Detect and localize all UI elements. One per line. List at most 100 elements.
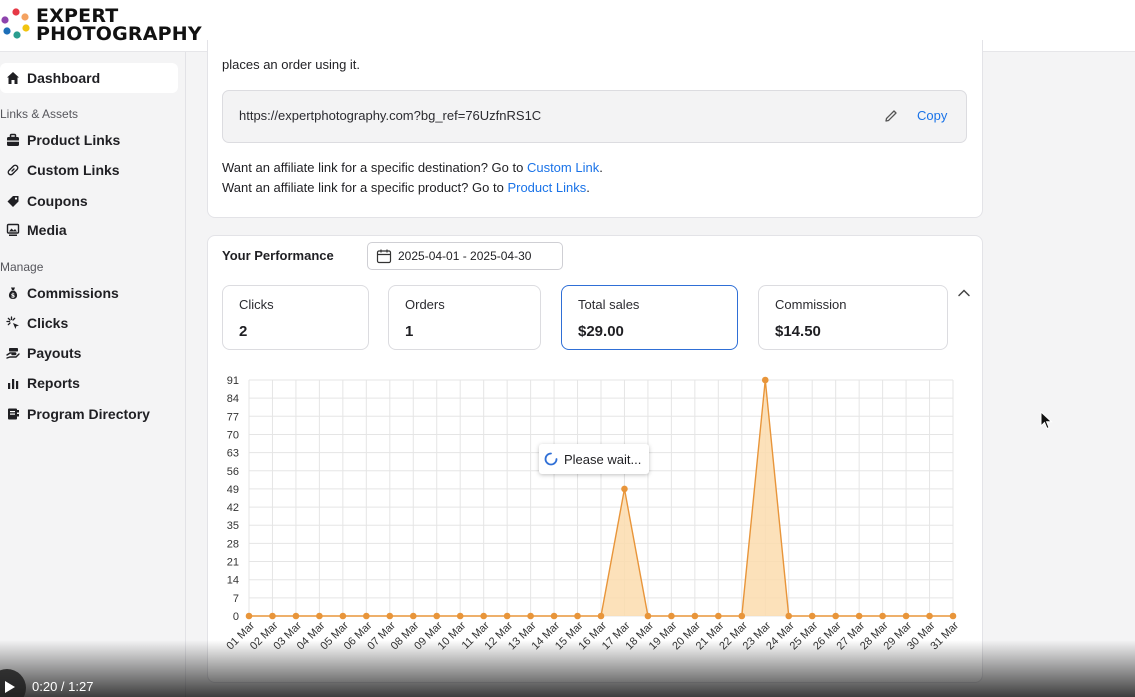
data-point bbox=[245, 612, 253, 620]
data-point bbox=[269, 612, 276, 620]
sidebar-item-label: Payouts bbox=[27, 345, 82, 361]
loading-indicator: Please wait... bbox=[539, 444, 649, 474]
section-label-manage: Manage bbox=[0, 260, 44, 274]
y-tick-label: 28 bbox=[227, 538, 239, 550]
home-icon bbox=[5, 70, 21, 86]
sidebar-item-label: Dashboard bbox=[27, 70, 101, 86]
player-controls-overlay bbox=[0, 640, 1135, 697]
help-text-end: . bbox=[599, 160, 603, 175]
sidebar-item-payouts[interactable]: Payouts bbox=[0, 338, 178, 368]
y-tick-label: 0 bbox=[233, 611, 239, 623]
help-text: Want an affiliate link for a specific de… bbox=[222, 160, 527, 175]
y-tick-label: 7 bbox=[233, 593, 239, 605]
sidebar-item-coupons[interactable]: Coupons bbox=[0, 186, 178, 216]
link-icon bbox=[5, 162, 21, 178]
help-line-custom-link: Want an affiliate link for a specific de… bbox=[222, 160, 603, 175]
y-tick-label: 42 bbox=[227, 502, 239, 514]
money-bag-icon: $ bbox=[5, 285, 21, 301]
sidebar-item-media[interactable]: Media bbox=[0, 215, 178, 245]
copy-button[interactable]: Copy bbox=[917, 108, 947, 123]
data-point bbox=[433, 612, 441, 620]
stat-value: 2 bbox=[239, 323, 248, 340]
data-point bbox=[808, 612, 816, 620]
y-tick-label: 56 bbox=[227, 466, 239, 478]
calendar-icon bbox=[376, 249, 392, 264]
spinner-icon bbox=[544, 452, 558, 466]
pencil-edit-icon[interactable] bbox=[883, 108, 899, 129]
date-range-picker[interactable]: 2025-04-01 - 2025-04-30 bbox=[367, 242, 563, 270]
sidebar-item-label: Commissions bbox=[27, 285, 119, 301]
chevron-up-icon[interactable] bbox=[957, 286, 971, 304]
data-point bbox=[386, 612, 394, 620]
data-point bbox=[832, 612, 839, 620]
bar-chart-icon bbox=[5, 375, 21, 391]
stat-value: 1 bbox=[405, 323, 414, 340]
y-tick-label: 84 bbox=[227, 393, 239, 405]
help-text-end: . bbox=[586, 180, 590, 195]
logo-line-2: PHOTOGRAPHY bbox=[36, 23, 202, 45]
stat-value: $14.50 bbox=[775, 323, 821, 340]
data-point bbox=[456, 612, 464, 620]
data-point bbox=[597, 612, 605, 620]
sidebar-item-label: Program Directory bbox=[27, 406, 150, 422]
mouse-cursor-icon bbox=[1040, 411, 1053, 430]
data-point bbox=[902, 612, 910, 620]
section-label-links-assets: Links & Assets bbox=[0, 107, 79, 121]
sidebar-item-program-directory[interactable]: Program Directory bbox=[0, 399, 178, 429]
stat-label: Commission bbox=[775, 297, 847, 312]
sidebar-item-commissions[interactable]: $ Commissions bbox=[0, 278, 178, 308]
logo-flower-icon bbox=[1, 8, 30, 39]
date-range-label: 2025-04-01 - 2025-04-30 bbox=[398, 249, 532, 263]
directory-icon bbox=[5, 406, 21, 422]
data-point bbox=[691, 612, 699, 620]
logo[interactable]: EXPERT PHOTOGRAPHY bbox=[0, 5, 202, 45]
sidebar-item-label: Media bbox=[27, 222, 67, 238]
video-timecode: 0:20 / 1:27 bbox=[32, 679, 94, 694]
data-point bbox=[574, 612, 581, 620]
sidebar-item-reports[interactable]: Reports bbox=[0, 368, 178, 398]
sidebar-item-product-links[interactable]: Product Links bbox=[0, 125, 178, 155]
sidebar-item-custom-links[interactable]: Custom Links bbox=[0, 155, 178, 185]
data-point bbox=[292, 612, 300, 620]
stat-card-total-sales[interactable]: Total sales $29.00 bbox=[561, 285, 738, 350]
briefcase-icon bbox=[5, 132, 21, 148]
stat-value: $29.00 bbox=[578, 323, 624, 340]
affiliate-link-field[interactable]: https://expertphotography.com?bg_ref=76U… bbox=[222, 90, 967, 143]
y-tick-label: 49 bbox=[227, 484, 239, 496]
data-point bbox=[715, 612, 722, 620]
data-point bbox=[644, 612, 652, 620]
data-point bbox=[879, 612, 886, 620]
data-point bbox=[363, 612, 370, 620]
sidebar-item-label: Coupons bbox=[27, 193, 88, 209]
stat-label: Orders bbox=[405, 297, 445, 312]
sidebar-item-label: Custom Links bbox=[27, 162, 120, 178]
custom-link-link[interactable]: Custom Link bbox=[527, 160, 599, 175]
stat-card-commission[interactable]: Commission $14.50 bbox=[758, 285, 948, 350]
play-icon bbox=[5, 681, 15, 693]
data-point bbox=[785, 612, 793, 620]
sidebar-item-clicks[interactable]: Clicks bbox=[0, 308, 178, 338]
stat-label: Total sales bbox=[578, 297, 640, 312]
data-point bbox=[855, 612, 863, 620]
loading-text: Please wait... bbox=[564, 451, 642, 467]
stat-label: Clicks bbox=[239, 297, 274, 312]
stat-card-orders[interactable]: Orders 1 bbox=[388, 285, 541, 350]
y-tick-label: 21 bbox=[227, 557, 239, 569]
y-tick-label: 91 bbox=[227, 375, 239, 387]
intro-text: places an order using it. bbox=[222, 57, 361, 72]
tag-icon bbox=[5, 193, 21, 209]
affiliate-link-url[interactable]: https://expertphotography.com?bg_ref=76U… bbox=[239, 108, 541, 123]
sidebar-item-label: Product Links bbox=[27, 132, 121, 148]
stat-card-clicks[interactable]: Clicks 2 bbox=[222, 285, 369, 350]
click-icon bbox=[5, 315, 21, 331]
data-point bbox=[738, 612, 746, 620]
data-point bbox=[339, 612, 347, 620]
y-tick-label: 14 bbox=[227, 575, 239, 587]
data-point bbox=[480, 612, 487, 620]
product-links-link[interactable]: Product Links bbox=[507, 180, 586, 195]
data-point bbox=[527, 612, 534, 620]
performance-title: Your Performance bbox=[222, 248, 334, 263]
sidebar-item-dashboard[interactable]: Dashboard bbox=[0, 63, 178, 93]
data-point bbox=[926, 612, 933, 620]
help-text: Want an affiliate link for a specific pr… bbox=[222, 180, 508, 195]
